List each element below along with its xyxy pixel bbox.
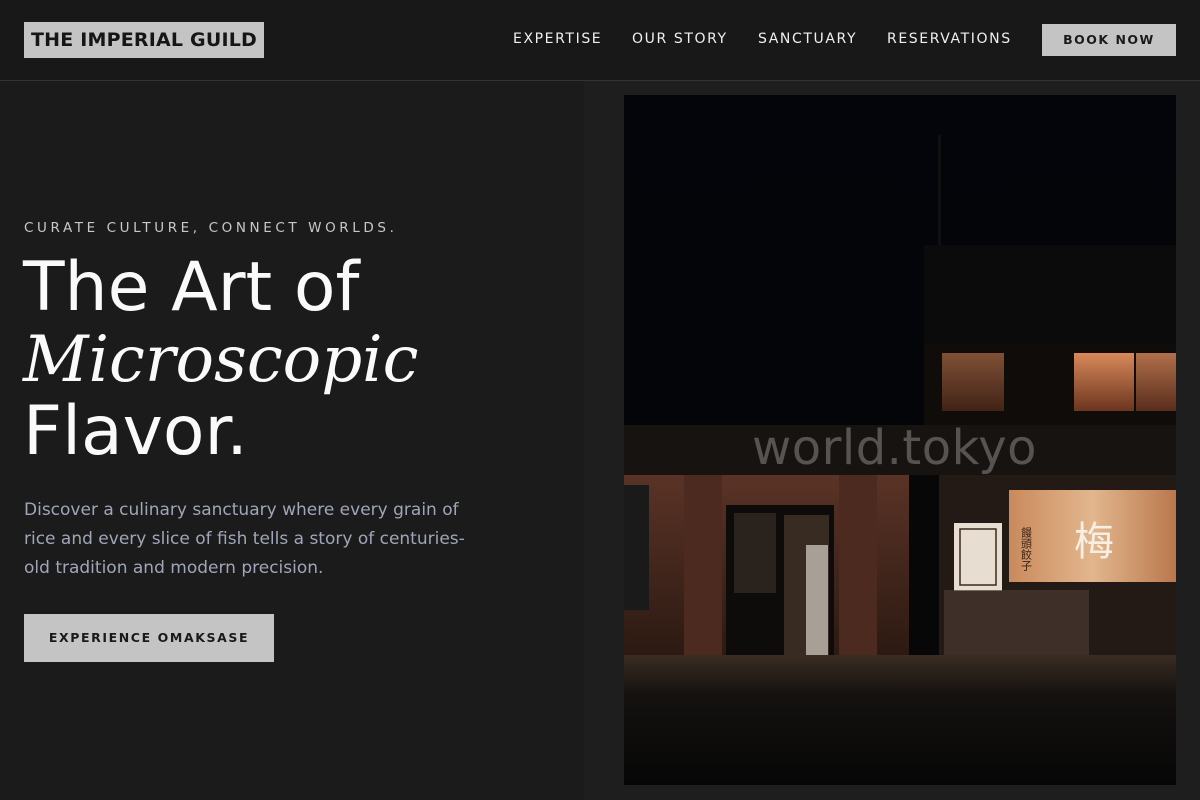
upper-window-left <box>942 353 1004 411</box>
hero-headline: The Art of Microscopic Flavor. <box>23 252 583 468</box>
street <box>624 655 1176 785</box>
chef-figure <box>806 545 828 655</box>
nav-sanctuary[interactable]: SANCTUARY <box>758 29 857 49</box>
experience-omakase-button[interactable]: EXPERIENCE OMAKSASE <box>24 614 274 662</box>
brick-column-right <box>839 475 877 660</box>
hero-eyebrow: CURATE CULTURE, CONNECT WORLDS. <box>24 220 398 236</box>
book-now-button[interactable]: BOOK NOW <box>1042 24 1176 56</box>
menu-kanji: 饅頭餃子 <box>1020 526 1033 571</box>
entrance-sign <box>734 513 776 593</box>
sign-kanji: 梅 <box>1074 519 1114 565</box>
headline-line-1: The Art of <box>23 248 360 327</box>
upper-window-right <box>1074 353 1134 411</box>
nav-our-story[interactable]: OUR STORY <box>632 29 728 49</box>
upper-roof <box>924 245 1176 345</box>
site-header: THE IMPERIAL GUILD EXPERTISE OUR STORY S… <box>0 0 1200 81</box>
left-window <box>624 485 649 610</box>
wooden-bench <box>944 590 1089 655</box>
watermark-text: world.tokyo <box>752 420 1037 476</box>
headline-line-2: Microscopic <box>23 323 419 397</box>
headline-line-3: Flavor. <box>23 392 248 471</box>
menu-board <box>954 523 1002 591</box>
building-gap <box>909 475 939 675</box>
brick-column-left <box>684 475 722 660</box>
nav-expertise[interactable]: EXPERTISE <box>513 29 602 49</box>
upper-window-far <box>1136 353 1176 411</box>
site-logo[interactable]: THE IMPERIAL GUILD <box>24 22 264 58</box>
hero-description: Discover a culinary sanctuary where ever… <box>24 500 465 578</box>
nav-reservations[interactable]: RESERVATIONS <box>887 29 1012 49</box>
